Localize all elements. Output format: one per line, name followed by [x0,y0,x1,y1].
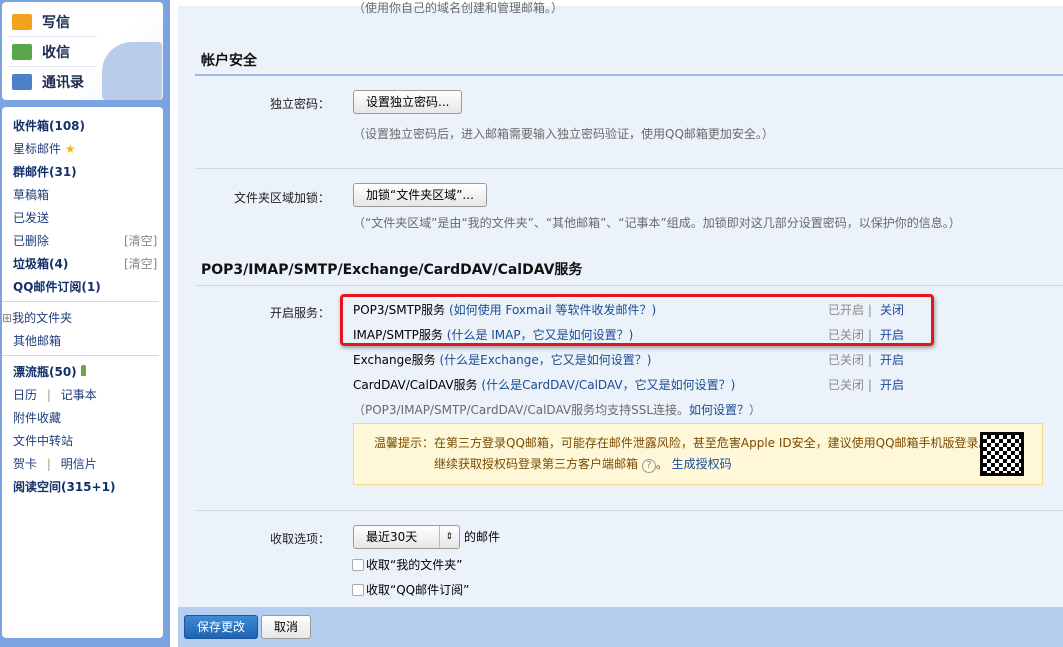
folder-deleted[interactable]: 已删除 [13,232,49,249]
folder-drafts[interactable]: 草稿箱 [13,186,49,203]
folder-sent[interactable]: 已发送 [13,209,49,226]
file-transfer-link[interactable]: 文件中转站 [13,432,73,449]
help-link[interactable]: (如何使用 Foxmail 等软件收发邮件？) [449,303,656,317]
bottle-label: 漂流瓶(50) [13,365,77,379]
account-security-title: 帐户安全 [201,53,257,69]
drift-bottle-link[interactable]: 漂流瓶(50) [13,363,86,380]
service-name: IMAP/SMTP服务 [353,328,443,342]
password-label: 独立密码： [269,97,330,111]
folder-group[interactable]: 群邮件(31) [13,163,77,180]
exchange-toggle-link[interactable]: 开启 [880,351,904,368]
service-name: CardDAV/CalDAV服务 [353,378,478,392]
fetch-subscriptions-checkbox[interactable] [352,584,364,596]
help-link[interactable]: (什么是 IMAP，它又是如何设置？) [447,328,634,342]
compose-link[interactable]: 写信 [12,12,70,32]
calendar-notes-row: 日历 | 记事本 [13,386,97,403]
ssl-help-link[interactable]: 如何设置？ [689,403,749,417]
generate-auth-code-link[interactable]: 生成授权码 [672,457,732,471]
contacts-icon [12,74,32,90]
calendar-link[interactable]: 日历 [13,388,37,402]
service-name: POP3/SMTP服务 [353,303,446,317]
password-hint: （设置独立密码后，进入邮箱需要输入独立密码验证，使用QQ邮箱更加安全。） [353,127,774,141]
compose-label: 写信 [42,15,70,31]
service-imap: IMAP/SMTP服务 (什么是 IMAP，它又是如何设置？) [353,326,633,343]
postcards-link[interactable]: 明信片 [61,457,97,471]
fetch-subscriptions-label: 收取“QQ邮件订阅” [366,583,470,597]
inbox-download-icon [12,44,32,60]
folder-my-folders[interactable]: ⊞我的文件夹 [2,309,72,326]
ssl-note: （POP3/IMAP/SMTP/CardDAV/CalDAV服务均支持SSL连接… [353,403,762,417]
divider: | [46,388,51,402]
service-pop3: POP3/SMTP服务 (如何使用 Foxmail 等软件收发邮件？) [353,301,656,318]
fetch-range-select[interactable]: 最近30天 ⇕ [353,525,460,549]
folder-subscriptions[interactable]: QQ邮件订阅(1) [13,278,101,295]
cards-row: 贺卡 | 明信片 [13,455,97,472]
folder-lock-label: 文件夹区域加锁： [233,191,330,205]
notes-link[interactable]: 记事本 [61,388,97,402]
expand-plus-icon[interactable]: ⊞ [2,311,12,325]
imap-toggle-link[interactable]: 开启 [880,326,904,343]
bottle-icon [80,365,86,376]
question-icon[interactable]: ? [641,459,656,473]
qr-code-icon[interactable] [980,432,1024,476]
contacts-label: 通讯录 [42,75,84,91]
select-value: 最近30天 [366,530,418,544]
select-arrows-icon: ⇕ [439,526,453,548]
fetch-options-label: 收取选项： [269,532,330,546]
clear-deleted-link[interactable]: [清空] [124,232,157,249]
attachments-link[interactable]: 附件收藏 [13,409,61,426]
save-button[interactable]: 保存更改 [184,615,258,639]
cards-link[interactable]: 贺卡 [13,457,37,471]
help-link[interactable]: (什么是Exchange，它又是如何设置？) [439,353,651,367]
service-status: 已关闭 | [828,328,872,342]
footer-bar: 保存更改 取消 [178,607,1063,647]
folder-lock-hint: （“文件夹区域”是由“我的文件夹”、“其他邮箱”、“记事本”组成。加锁即对这几部… [353,216,961,230]
quick-nav-panel: 写信 收信 通讯录 [2,2,163,100]
starred-label: 星标邮件 [13,142,62,156]
cancel-button[interactable]: 取消 [261,615,311,639]
service-name: Exchange服务 [353,353,436,367]
divider: | [46,457,51,471]
service-status: 已关闭 | [828,378,872,392]
compose-icon [12,14,32,30]
qq-penguin-stamp [102,42,162,100]
folder-starred[interactable]: 星标邮件 ★ [13,140,76,157]
fetch-my-folders-label: 收取“我的文件夹” [366,558,463,572]
service-exchange: Exchange服务 (什么是Exchange，它又是如何设置？) [353,351,651,368]
domain-hint: （使用你自己的域名创建和管理邮箱。） [353,1,564,15]
carddav-toggle-link[interactable]: 开启 [880,376,904,393]
warning-tip: 温馨提示：在第三方登录QQ邮箱，可能存在邮件泄露风险，甚至危害Apple ID安… [353,423,1043,485]
clear-spam-link[interactable]: [清空] [124,255,157,272]
services-title: POP3/IMAP/SMTP/Exchange/CardDAV/CalDAV服务 [201,262,583,278]
reading-space-link[interactable]: 阅读空间(315+1) [13,478,115,495]
service-carddav: CardDAV/CalDAV服务 (什么是CardDAV/CalDAV，它又是如… [353,376,735,393]
set-password-button[interactable]: 设置独立密码... [353,90,463,114]
services-label: 开启服务： [269,306,330,320]
folder-list: 收件箱(108) 星标邮件 ★ 群邮件(31) 草稿箱 已发送 已删除 [清空]… [2,107,163,638]
contacts-link[interactable]: 通讯录 [12,72,84,92]
my-folders-label: 我的文件夹 [12,311,73,325]
fetch-suffix: 的邮件 [464,530,501,544]
service-status: 已开启 | [828,303,872,317]
folder-inbox[interactable]: 收件箱(108) [13,117,85,134]
inbox-link[interactable]: 收信 [12,42,70,62]
fetch-my-folders-checkbox[interactable] [352,559,364,571]
folder-other-mailboxes[interactable]: 其他邮箱 [13,332,61,349]
tip-text: 温馨提示：在第三方登录QQ邮箱，可能存在邮件泄露风险，甚至危害Apple ID安… [374,436,991,450]
service-status: 已关闭 | [828,353,872,367]
lock-folder-button[interactable]: 加锁“文件夹区域”... [353,183,487,207]
receive-label: 收信 [42,45,70,61]
tip-text-2: 继续获取授权码登录第三方客户端邮箱 ?。 生成授权码 [434,457,732,473]
pop3-toggle-link[interactable]: 关闭 [880,301,904,318]
settings-content: （使用你自己的域名创建和管理邮箱。） 帐户安全 独立密码： 设置独立密码... … [178,1,1063,607]
star-icon: ★ [64,142,76,156]
folder-spam[interactable]: 垃圾箱(4) [13,255,68,272]
help-link[interactable]: (什么是CardDAV/CalDAV，它又是如何设置？) [481,378,735,392]
